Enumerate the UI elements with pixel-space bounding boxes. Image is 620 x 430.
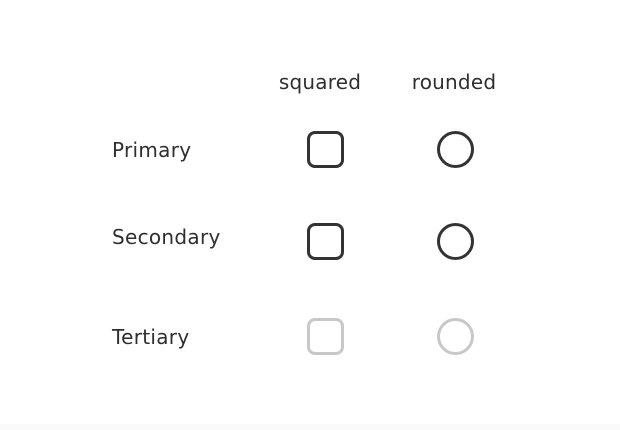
column-header-rounded: rounded <box>411 70 497 94</box>
secondary-squared-checkbox[interactable] <box>307 223 344 260</box>
row-label-primary: Primary <box>112 138 192 162</box>
column-header-squared: squared <box>278 70 362 94</box>
row-label-secondary: Secondary <box>112 225 221 249</box>
secondary-rounded-radio[interactable] <box>437 223 474 260</box>
row-label-tertiary: Tertiary <box>112 325 190 349</box>
tertiary-squared-checkbox[interactable] <box>307 318 344 355</box>
primary-squared-checkbox[interactable] <box>307 131 344 168</box>
tertiary-rounded-radio[interactable] <box>437 318 474 355</box>
bottom-divider <box>0 424 620 430</box>
control-variants-grid: squared rounded Primary Secondary Tertia… <box>0 0 620 430</box>
primary-rounded-radio[interactable] <box>437 131 474 168</box>
